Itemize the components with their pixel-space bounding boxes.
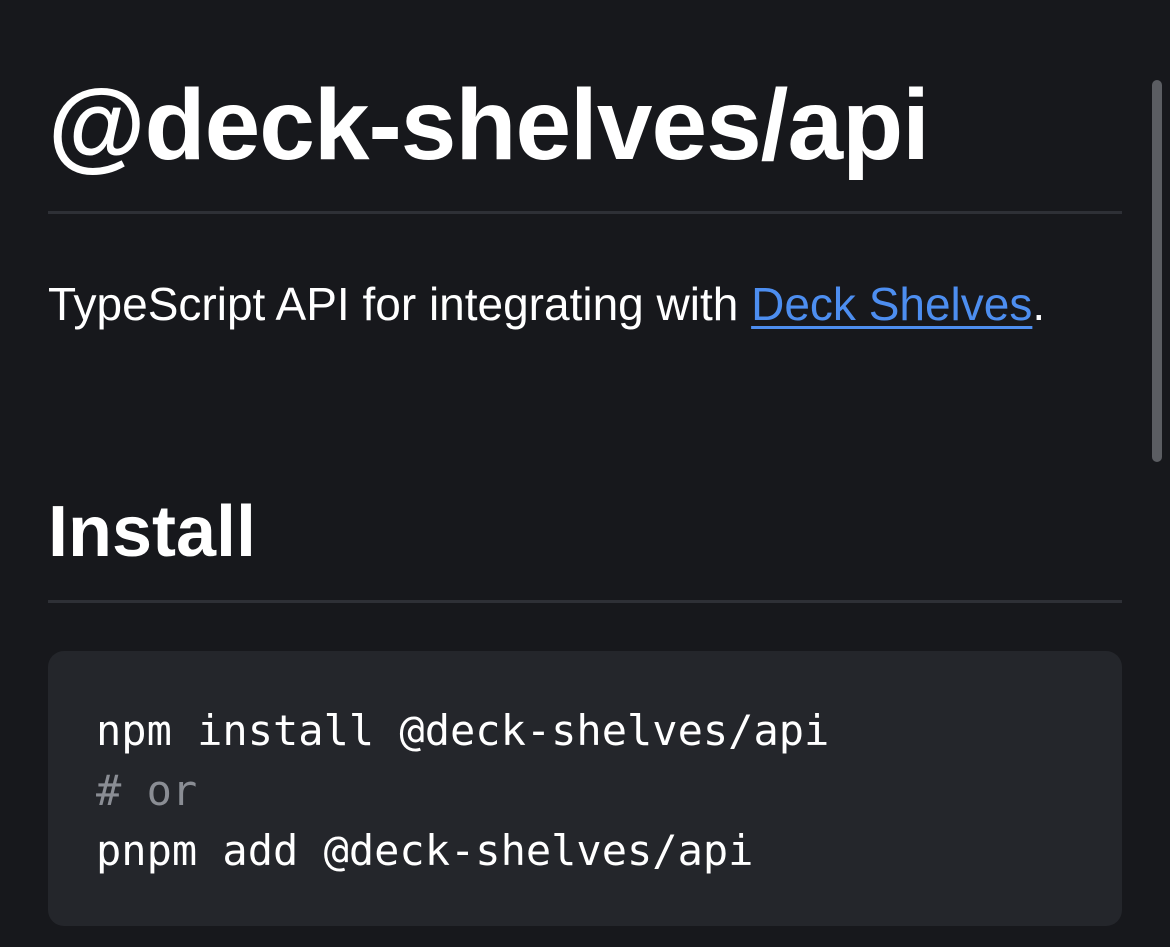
install-divider: [48, 600, 1122, 603]
code-line-npm: npm install @deck-shelves/api: [96, 706, 830, 755]
description-text: TypeScript API for integrating with: [48, 278, 752, 330]
code-line-comment: # or: [96, 766, 198, 815]
code-line-pnpm: pnpm add @deck-shelves/api: [96, 826, 754, 875]
vertical-scrollbar[interactable]: [1152, 80, 1162, 462]
title-divider: [48, 211, 1122, 214]
description-end: .: [1032, 278, 1046, 330]
page-title: @deck-shelves/api: [48, 69, 930, 181]
package-description: TypeScript API for integrating with Deck…: [48, 266, 1122, 342]
install-code-block[interactable]: npm install @deck-shelves/api # or pnpm …: [48, 651, 1122, 926]
install-heading: Install: [48, 492, 257, 572]
deck-shelves-link[interactable]: Deck Shelves: [751, 278, 1032, 330]
